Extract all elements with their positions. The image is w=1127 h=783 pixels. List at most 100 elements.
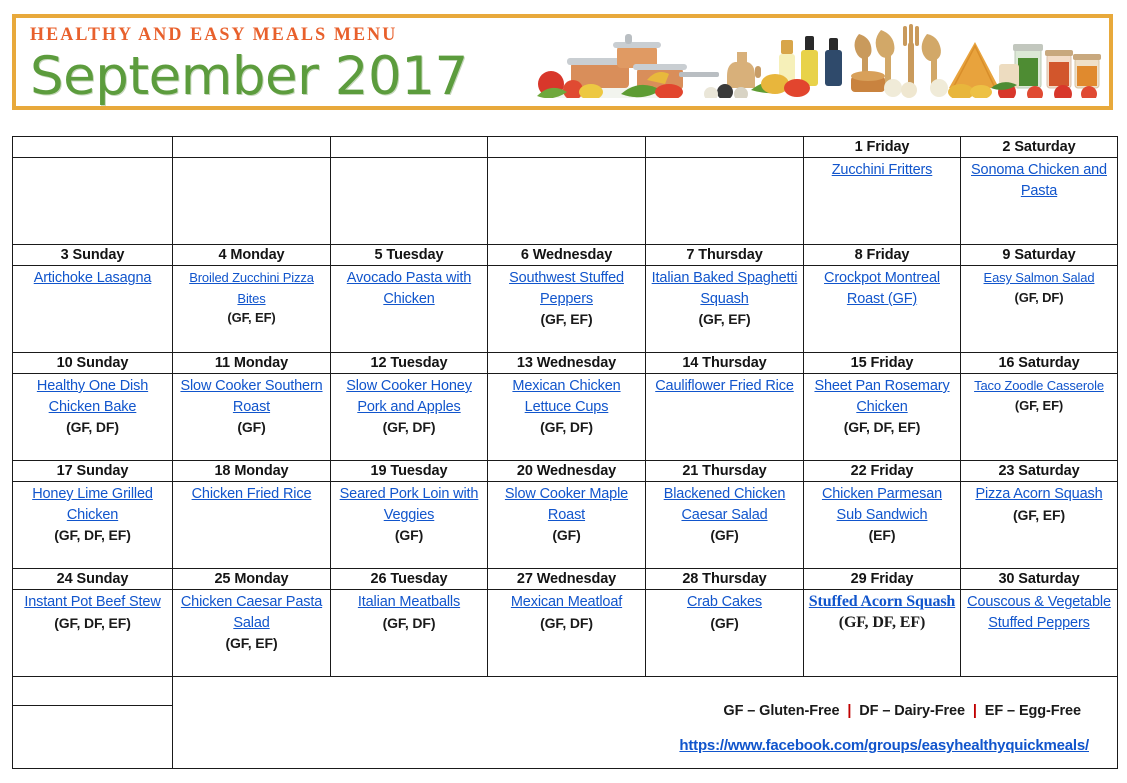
meal-link[interactable]: Italian Meatballs [358,594,460,610]
meal-list: Crab Cakes (GF) [646,590,803,633]
day-cell: Italian Baked Spaghetti Squash (GF, EF) [645,265,804,353]
meal-list: Blackened Chicken Caesar Salad (GF) [646,482,803,546]
day-label: 9 Saturday [960,244,1118,266]
legend-df: DF – Dairy-Free [859,703,965,719]
day-cell: Avocado Pasta with Chicken [330,265,488,353]
meal-link[interactable]: Chicken Parmesan Sub Sandwich [822,486,942,523]
day-label: 12 Tuesday [330,352,488,374]
meal-link[interactable]: Chicken Caesar Pasta Salad [181,594,322,631]
day-label: 3 Sunday [12,244,173,266]
day-cell: Zucchini Fritters [803,157,961,245]
meal-list: Mexican Meatloaf (GF, DF) [488,590,645,633]
diet-tags: (GF, DF) [382,419,436,435]
day-label: 1 Friday [803,136,961,158]
meal-link[interactable]: Stuffed Acorn Squash [809,593,956,610]
meal-link[interactable]: Broiled Zucchini Pizza Bites [189,270,314,306]
meal-link[interactable]: Avocado Pasta with Chicken [347,270,472,307]
meal-link[interactable]: Slow Cooker Honey Pork and Apples [346,378,472,415]
meal-link[interactable]: Crab Cakes [687,594,762,610]
day-cell: Slow Cooker Southern Roast (GF) [172,373,331,461]
meal-calendar-table: 1 Friday 2 Saturday Zucchini Fritters Sonom… [12,136,1118,769]
meal-link[interactable]: Crockpot Montreal Roast (GF) [824,270,940,307]
meal-list [13,158,172,160]
meal-link[interactable]: Mexican Meatloaf [511,594,622,610]
meal-link[interactable]: Sonoma Chicken and Pasta [971,162,1107,199]
meal-link[interactable]: Taco Zoodle Casserole [974,378,1104,393]
meal-list: Crockpot Montreal Roast (GF) [804,266,960,309]
meal-list: Italian Meatballs (GF, DF) [331,590,487,633]
day-cell: Broiled Zucchini Pizza Bites (GF, EF) [172,265,331,353]
diet-tags: (GF, DF, EF) [54,527,131,543]
meal-link[interactable]: Couscous & Vegetable Stuffed Peppers [967,594,1111,631]
week-meals-row: Healthy One Dish Chicken Bake (GF, DF) Slo… [12,373,1118,461]
meal-list: Healthy One Dish Chicken Bake (GF, DF) [13,374,172,438]
day-label-empty [487,136,646,158]
day-label: 19 Tuesday [330,460,488,482]
meal-list [173,158,330,160]
day-cell: Artichoke Lasagna [12,265,173,353]
legend-separator-1: | [847,703,852,719]
day-label-empty [12,136,173,158]
day-cell: Chicken Caesar Pasta Salad (GF, EF) [172,589,331,677]
day-cell: Mexican Meatloaf (GF, DF) [487,589,646,677]
meal-link[interactable]: Chicken Fried Rice [192,486,312,502]
meal-list: Couscous & Vegetable Stuffed Peppers [961,590,1117,633]
day-cell: Sonoma Chicken and Pasta [960,157,1118,245]
meal-link[interactable]: Mexican Chicken Lettuce Cups [512,378,620,415]
meal-link[interactable]: Instant Pot Beef Stew [24,594,160,610]
meal-link[interactable]: Honey Lime Grilled Chicken [32,486,153,523]
facebook-group-link-wrap: https://www.facebook.com/groups/easyheal… [173,719,1117,754]
page-title: September 2017 [30,46,468,107]
meal-link[interactable]: Sheet Pan Rosemary Chicken [814,378,949,415]
meal-link[interactable]: Cauliflower Fried Rice [655,378,794,394]
day-label-empty [330,136,488,158]
meal-link[interactable]: Blackened Chicken Caesar Salad [664,486,786,523]
diet-tags: (GF, DF) [66,419,119,435]
day-cell: Instant Pot Beef Stew (GF, DF, EF) [12,589,173,677]
meal-link[interactable]: Southwest Stuffed Peppers [509,270,624,307]
meal-link[interactable]: Italian Baked Spaghetti Squash [652,270,798,307]
day-label: 20 Wednesday [487,460,646,482]
day-cell: Chicken Fried Rice [172,481,331,569]
meal-list: Taco Zoodle Casserole (GF, EF) [961,374,1117,414]
diet-tags: (GF, EF) [1014,397,1064,413]
diet-tags: (GF) [710,614,739,631]
day-label: 22 Friday [803,460,961,482]
day-label: 28 Thursday [645,568,804,590]
day-cell: Cauliflower Fried Rice [645,373,804,461]
footer-spacer-cell-top [12,676,173,706]
day-cell [487,157,646,245]
day-cell: Stuffed Acorn Squash (GF, DF, EF) [803,589,961,677]
diet-tags: (GF, DF, EF) [843,419,921,435]
diet-tags: (GF, EF) [225,635,278,651]
header-banner: HEALTHY AND EASY MEALS MENU September 20… [12,14,1113,110]
footer-content-cell: GF – Gluten-Free | DF – Dairy-Free | EF … [172,676,1118,769]
facebook-group-link[interactable]: https://www.facebook.com/groups/easyheal… [679,737,1089,754]
day-label: 27 Wednesday [487,568,646,590]
meal-list: Cauliflower Fried Rice [646,374,803,397]
meal-list: Italian Baked Spaghetti Squash (GF, EF) [646,266,803,330]
meal-link[interactable]: Slow Cooker Maple Roast [505,486,628,523]
week-label-row: 1 Friday 2 Saturday [12,136,1118,158]
meal-link[interactable]: Pizza Acorn Squash [975,486,1102,502]
day-label: 24 Sunday [12,568,173,590]
meal-list: Slow Cooker Maple Roast (GF) [488,482,645,546]
meal-link[interactable]: Seared Pork Loin with Veggies [340,486,479,523]
day-cell: Crab Cakes (GF) [645,589,804,677]
day-label: 30 Saturday [960,568,1118,590]
meal-link[interactable]: Healthy One Dish Chicken Bake [37,378,148,415]
day-label: 25 Monday [172,568,331,590]
legend-ef: EF – Egg-Free [984,703,1081,719]
meal-link[interactable]: Artichoke Lasagna [34,270,152,286]
meal-link[interactable]: Zucchini Fritters [832,162,933,178]
meal-link[interactable]: Slow Cooker Southern Roast [180,378,322,415]
legend-separator-2: | [972,703,977,719]
meal-link[interactable]: Easy Salmon Salad [984,270,1095,285]
meal-list [646,158,803,160]
diet-tags: (GF) [552,527,581,543]
diet-tags: (GF) [394,527,424,543]
day-label: 6 Wednesday [487,244,646,266]
diet-tags: (GF, DF) [540,419,593,435]
day-label-empty [645,136,804,158]
meal-list: Easy Salmon Salad (GF, DF) [961,266,1117,306]
